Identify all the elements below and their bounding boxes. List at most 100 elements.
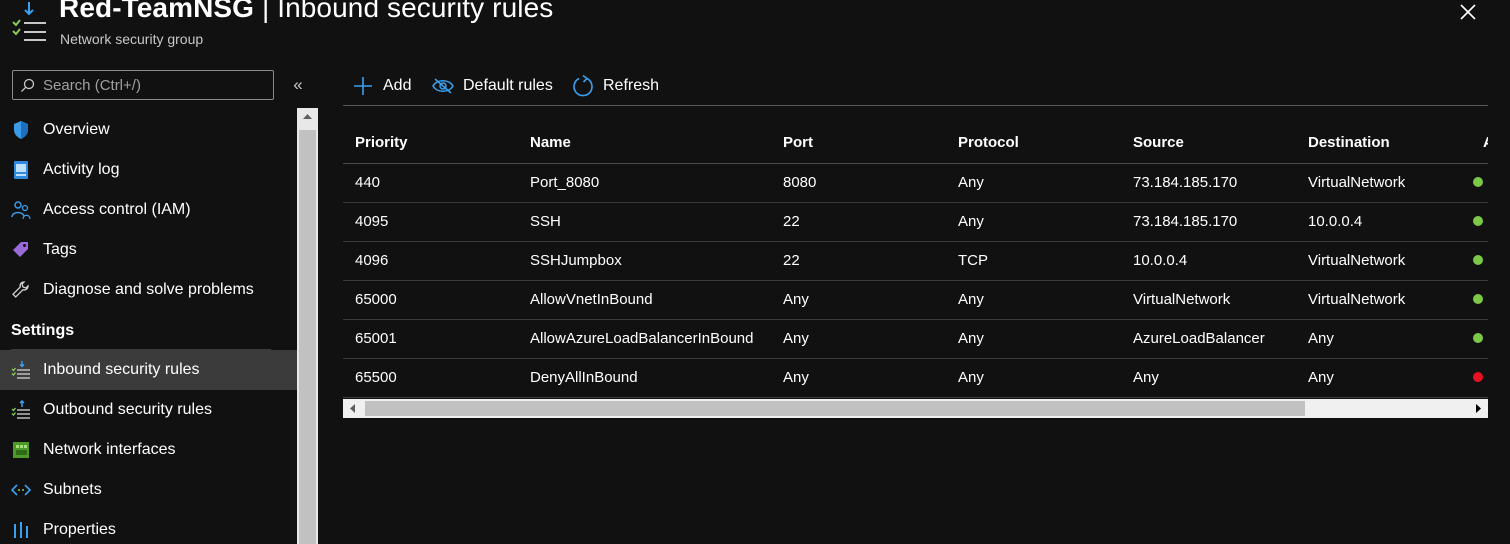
sidebar-item-label: Overview xyxy=(43,121,110,138)
blade-header: Red-TeamNSG | Inbound security rules Net… xyxy=(0,0,1510,60)
sidebar-item-diagnose[interactable]: Diagnose and solve problems xyxy=(0,270,297,310)
sidebar-item-label: Subnets xyxy=(43,481,102,498)
cell-action xyxy=(1471,280,1488,320)
search-box[interactable] xyxy=(12,70,274,100)
sidebar-item-subnets[interactable]: Subnets xyxy=(0,470,297,510)
column-header-priority[interactable]: Priority xyxy=(343,122,518,164)
default-rules-button[interactable]: Default rules xyxy=(431,74,561,98)
cell-name[interactable]: SSHJumpbox xyxy=(518,241,771,281)
cell-name[interactable]: Port_8080 xyxy=(518,163,771,203)
close-icon[interactable] xyxy=(1456,0,1480,24)
add-label: Add xyxy=(383,77,412,94)
sidebar-item-network-interfaces[interactable]: Network interfaces xyxy=(0,430,297,470)
sidebar-item-label: Outbound security rules xyxy=(43,401,212,418)
search-input[interactable] xyxy=(43,75,268,95)
sidebar-item-label: Activity log xyxy=(43,161,120,178)
subnet-icon xyxy=(10,480,32,500)
allow-status-icon xyxy=(1473,255,1483,265)
sidebar-item-label: Network interfaces xyxy=(43,441,176,458)
cell-action xyxy=(1471,202,1488,242)
scroll-left-arrow-icon[interactable] xyxy=(343,399,363,418)
allow-status-icon xyxy=(1473,177,1483,187)
table-row[interactable]: 65001 AllowAzureLoadBalancerInBound Any … xyxy=(343,319,1488,359)
cell-protocol: Any xyxy=(946,319,1121,359)
section-label: Settings xyxy=(11,322,75,339)
cell-priority: 65001 xyxy=(343,319,518,359)
cell-port: 22 xyxy=(771,202,946,242)
table-row[interactable]: 65500 DenyAllInBound Any Any Any Any xyxy=(343,358,1488,398)
cell-name[interactable]: SSH xyxy=(518,202,771,242)
column-header-port[interactable]: Port xyxy=(771,122,946,164)
cell-protocol: TCP xyxy=(946,241,1121,281)
sidebar-item-activity-log[interactable]: Activity log xyxy=(0,150,297,190)
column-header-destination[interactable]: Destination xyxy=(1296,122,1471,164)
security-rules-table: Priority Name Port Protocol Source Desti… xyxy=(343,122,1488,398)
column-header-source[interactable]: Source xyxy=(1121,122,1296,164)
scrollbar-thumb[interactable] xyxy=(299,130,316,544)
column-header-name[interactable]: Name xyxy=(518,122,771,164)
people-icon xyxy=(11,200,31,220)
command-bar: Add Default rules Refresh xyxy=(343,66,1488,106)
scroll-up-arrow-icon[interactable] xyxy=(297,108,318,126)
sidebar-item-properties[interactable]: Properties xyxy=(0,510,297,544)
search-icon xyxy=(20,78,35,93)
cell-destination: Any xyxy=(1296,319,1471,359)
cell-name[interactable]: DenyAllInBound xyxy=(518,358,771,398)
cell-destination: VirtualNetwork xyxy=(1296,241,1471,281)
page-title: Red-TeamNSG | Inbound security rules xyxy=(59,0,553,24)
deny-status-icon xyxy=(1473,372,1483,382)
scrollbar-thumb[interactable] xyxy=(365,401,1305,416)
cell-source: 10.0.0.4 xyxy=(1121,241,1296,281)
shield-icon xyxy=(11,120,31,140)
cell-source: 73.184.185.170 xyxy=(1121,202,1296,242)
cell-priority: 4095 xyxy=(343,202,518,242)
refresh-button[interactable]: Refresh xyxy=(571,74,671,98)
wrench-icon xyxy=(11,280,31,300)
outbound-rules-icon xyxy=(11,399,31,420)
allow-status-icon xyxy=(1473,216,1483,226)
nsg-rules-icon xyxy=(10,0,48,44)
cell-protocol: Any xyxy=(946,358,1121,398)
sidebar-item-tags[interactable]: Tags xyxy=(0,230,297,270)
sidebar-scrollbar[interactable] xyxy=(297,108,318,544)
inbound-rules-icon xyxy=(11,360,31,380)
scroll-right-arrow-icon[interactable] xyxy=(1468,399,1488,418)
sidebar-item-access-control[interactable]: Access control (IAM) xyxy=(0,190,297,230)
cell-priority: 4096 xyxy=(343,241,518,281)
collapse-sidebar-button[interactable]: « xyxy=(289,75,307,95)
cell-source: Any xyxy=(1121,358,1296,398)
column-header-protocol[interactable]: Protocol xyxy=(946,122,1121,164)
properties-icon xyxy=(11,520,31,540)
cell-destination: 10.0.0.4 xyxy=(1296,202,1471,242)
page-title-suffix: | Inbound security rules xyxy=(254,0,554,23)
sidebar-nav: Overview Activity log Access control (IA… xyxy=(0,110,297,544)
sidebar-item-outbound-security-rules[interactable]: Outbound security rules xyxy=(0,390,297,430)
cell-port: Any xyxy=(771,319,946,359)
table-header-row: Priority Name Port Protocol Source Desti… xyxy=(343,122,1488,164)
cell-action xyxy=(1471,358,1488,398)
cell-port: Any xyxy=(771,280,946,320)
table-horizontal-scrollbar[interactable] xyxy=(343,399,1488,418)
sidebar-item-label: Diagnose and solve problems xyxy=(43,281,254,298)
cell-source: AzureLoadBalancer xyxy=(1121,319,1296,359)
cell-protocol: Any xyxy=(946,163,1121,203)
cell-port: 22 xyxy=(771,241,946,281)
cell-name[interactable]: AllowAzureLoadBalancerInBound xyxy=(518,319,771,359)
add-button[interactable]: Add xyxy=(351,74,421,98)
table-row[interactable]: 4096 SSHJumpbox 22 TCP 10.0.0.4 VirtualN… xyxy=(343,241,1488,281)
cell-priority: 65500 xyxy=(343,358,518,398)
table-row[interactable]: 4095 SSH 22 Any 73.184.185.170 10.0.0.4 xyxy=(343,202,1488,242)
sidebar-item-overview[interactable]: Overview xyxy=(0,110,297,150)
cell-port: 8080 xyxy=(771,163,946,203)
cell-action xyxy=(1471,241,1488,281)
sidebar-item-inbound-security-rules[interactable]: Inbound security rules xyxy=(0,350,297,390)
table-row[interactable]: 440 Port_8080 8080 Any 73.184.185.170 Vi… xyxy=(343,163,1488,203)
refresh-label: Refresh xyxy=(603,77,660,94)
cell-name[interactable]: AllowVnetInBound xyxy=(518,280,771,320)
table-row[interactable]: 65000 AllowVnetInBound Any Any VirtualNe… xyxy=(343,280,1488,320)
column-header-action[interactable]: A xyxy=(1471,122,1488,164)
tag-icon xyxy=(11,240,31,260)
refresh-icon xyxy=(571,74,595,98)
allow-status-icon xyxy=(1473,294,1483,304)
cell-action xyxy=(1471,163,1488,203)
